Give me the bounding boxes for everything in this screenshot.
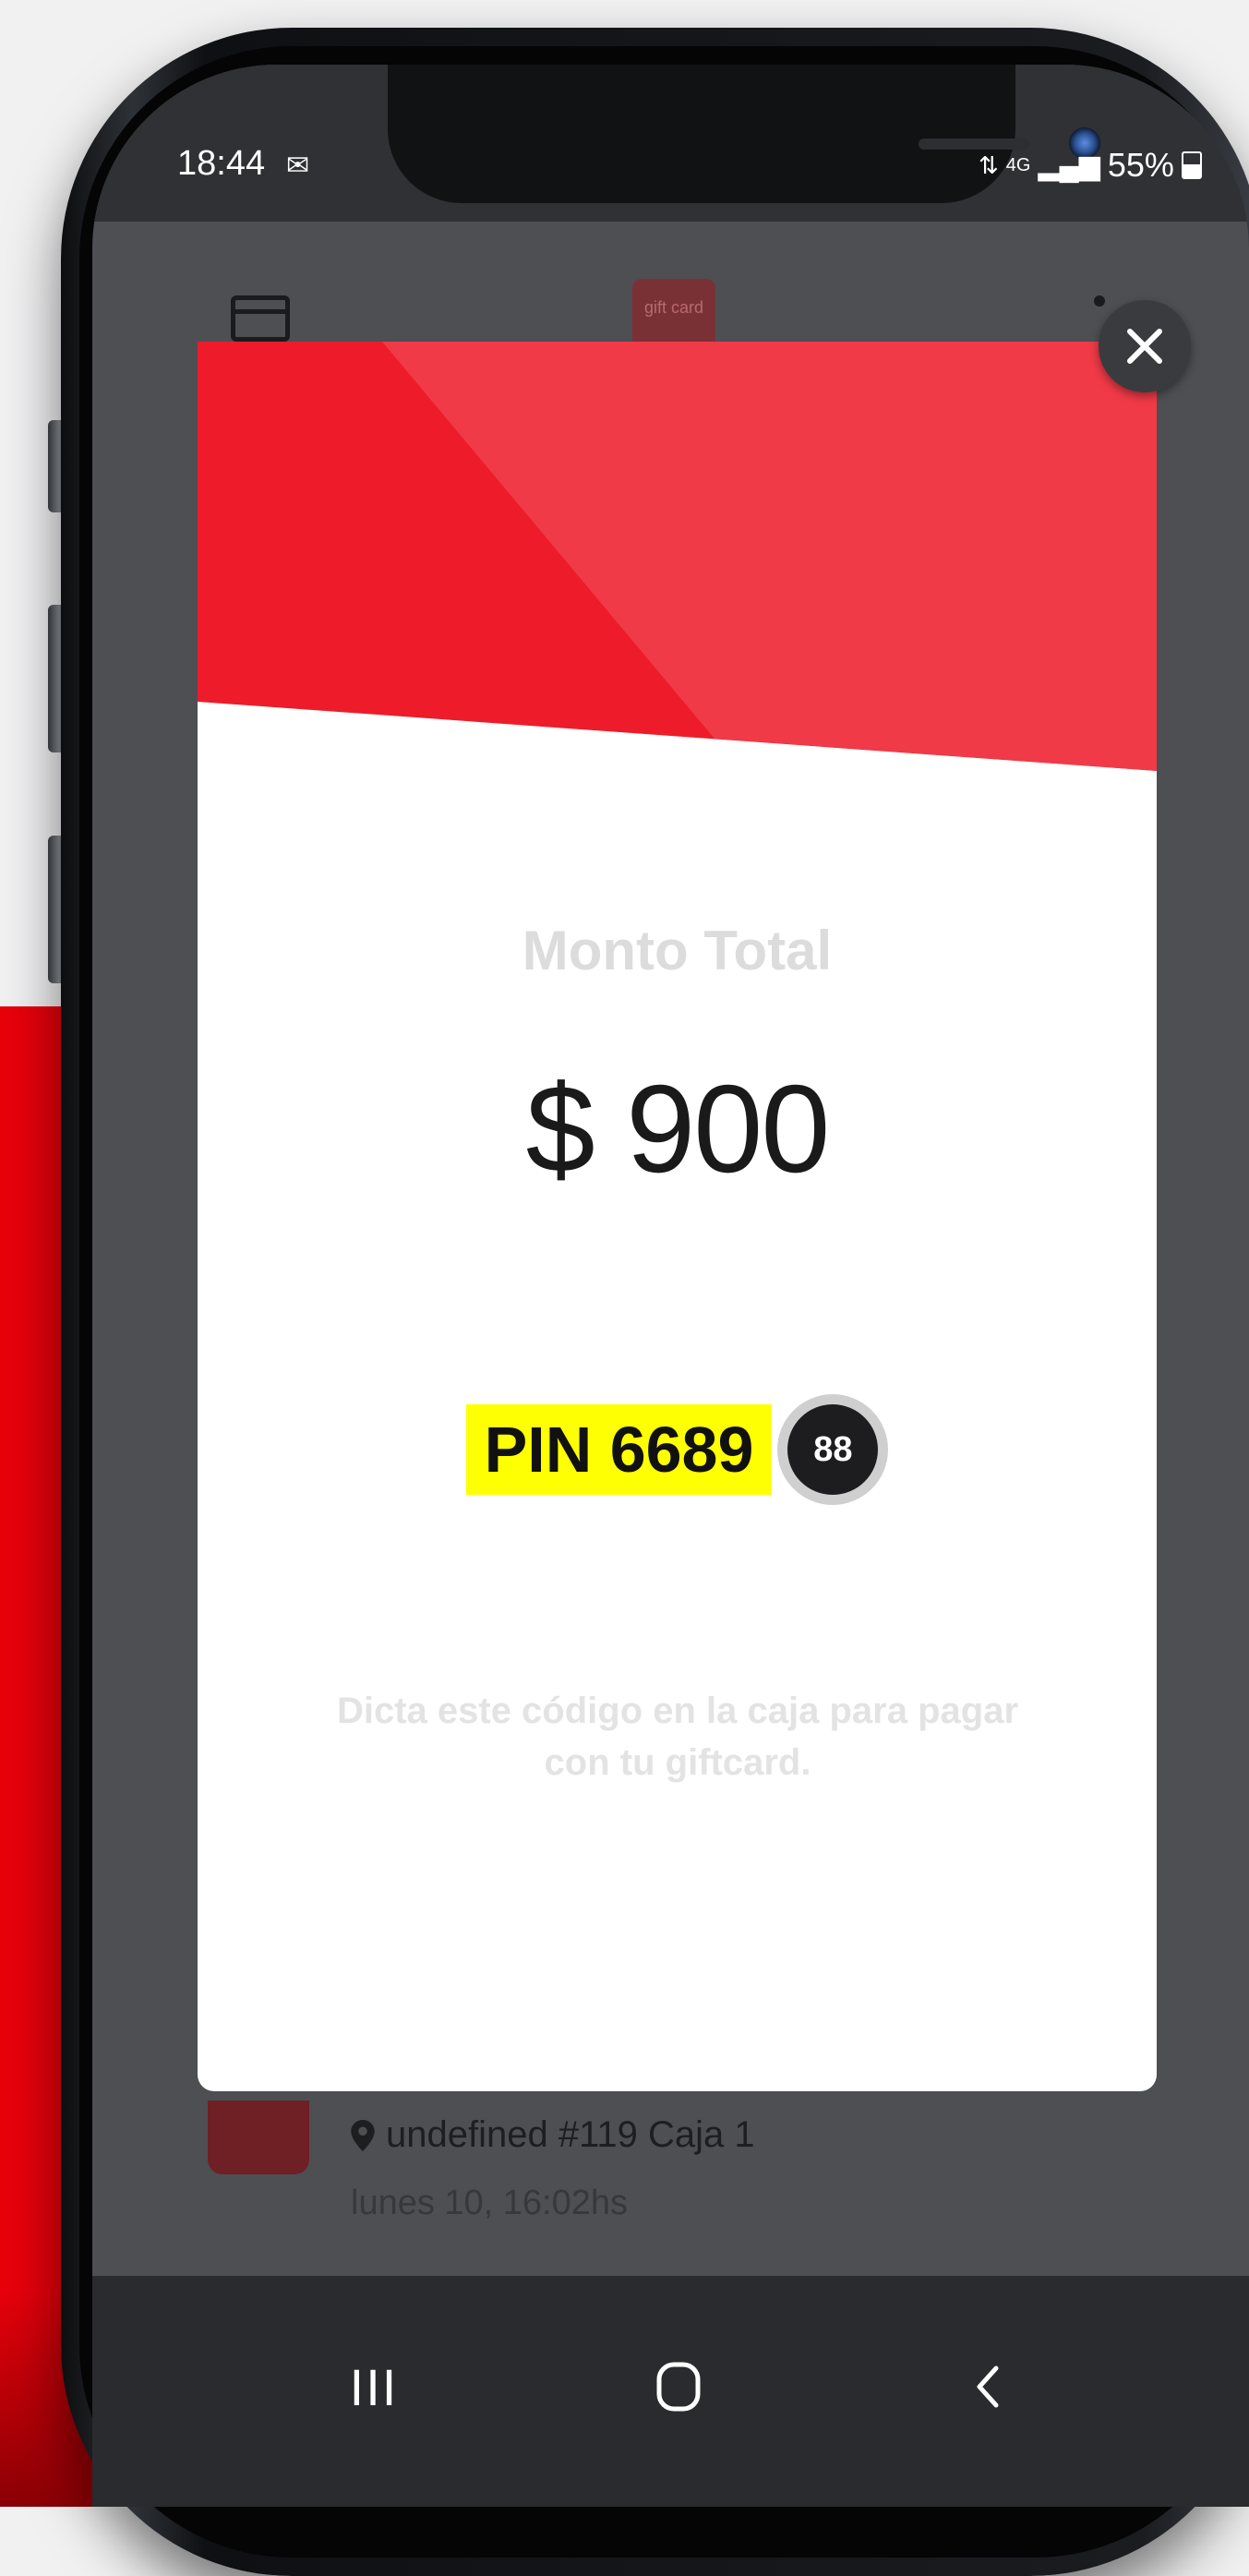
network-type-label: 4G — [1005, 155, 1031, 175]
battery-icon — [1181, 151, 1202, 179]
more-options-icon[interactable] — [1094, 295, 1105, 307]
amount-value: $ 900 — [525, 1059, 831, 1198]
amount-label: Monto Total — [522, 920, 833, 981]
status-time: 18:44 — [177, 144, 266, 183]
countdown-timer: 88 — [777, 1394, 889, 1505]
countdown-value: 88 — [787, 1404, 879, 1495]
modal-header-graphic — [198, 342, 1157, 776]
back-button[interactable] — [932, 2331, 1043, 2442]
data-activity-icon: ⇅ — [979, 150, 999, 179]
notification-icon: ✉ — [286, 150, 310, 181]
signal-icon: ▂▄▆ — [1038, 150, 1100, 181]
phone-notch — [388, 65, 1100, 203]
home-icon — [656, 2362, 701, 2412]
status-bar: 18:44 ✉ ⇅ 4G ▂▄▆ 55% — [92, 65, 1249, 222]
status-indicators: ⇅ 4G ▂▄▆ 55% — [979, 146, 1202, 185]
transaction-location-text: undefined #119 Caja 1 — [386, 2114, 755, 2155]
transaction-date: lunes 10, 16:02hs — [351, 2184, 629, 2222]
pin-row: PIN 6689 88 — [198, 1394, 1157, 1505]
close-icon — [1127, 329, 1162, 364]
back-icon — [977, 2365, 999, 2408]
transaction-thumbnail — [208, 2101, 309, 2174]
navigation-bar: III — [92, 2276, 1249, 2507]
home-button[interactable] — [623, 2331, 734, 2442]
recent-apps-icon: III — [349, 2357, 399, 2416]
transaction-location: undefined #119 Caja 1 — [351, 2114, 755, 2156]
location-pin-icon — [351, 2119, 375, 2151]
phone-screen: gift card undefined #119 Caja 1 lunes 10… — [92, 65, 1249, 2507]
recent-apps-button[interactable]: III — [318, 2331, 429, 2442]
pin-code: PIN 6689 — [465, 1404, 773, 1495]
payment-pin-modal: Monto Total $ 900 PIN 6689 88 Dicta este… — [198, 342, 1157, 2091]
battery-percent: 55% — [1107, 146, 1174, 184]
instruction-text: Dicta este código en la caja para pagar … — [336, 1691, 1019, 1783]
close-button[interactable] — [1099, 300, 1191, 392]
add-card-icon[interactable] — [231, 295, 290, 342]
